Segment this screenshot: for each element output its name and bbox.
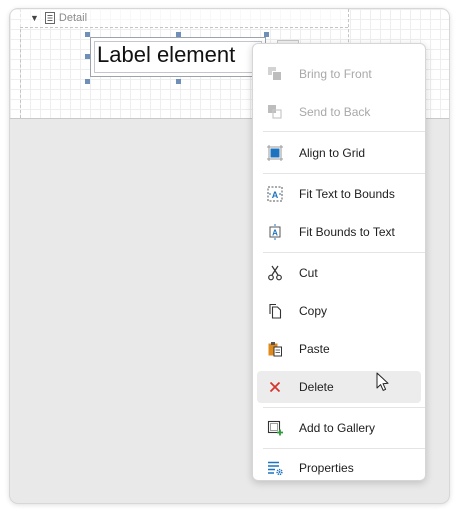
menu-item-label: Fit Bounds to Text [299,225,395,239]
menu-item-label: Delete [299,380,334,394]
menu-separator [263,252,425,253]
menu-item-label: Add to Gallery [299,421,376,435]
menu-item-send-to-back[interactable]: Send to Back [257,96,421,128]
resize-handle-top-left[interactable] [85,32,90,37]
bring-to-front-icon [268,67,282,81]
menu-item-label: Paste [299,342,330,356]
menu-item-label: Align to Grid [299,146,366,160]
menu-item-bring-to-front[interactable]: Bring to Front [257,58,421,90]
band-document-icon [44,12,55,24]
menu-item-label: Send to Back [299,105,371,119]
menu-item-label: Cut [299,266,318,280]
scissors-icon [268,265,282,281]
resize-handle-left[interactable] [85,54,90,59]
fit-text-to-bounds-icon: A [267,186,283,202]
svg-text:A: A [272,229,278,238]
menu-item-cut[interactable]: Cut [257,257,421,289]
menu-item-label: Properties [299,461,354,475]
menu-item-label: Copy [299,304,328,318]
label-element-control[interactable]: Label element [90,37,266,77]
menu-item-label: Bring to Front [299,67,372,81]
context-menu: Bring to Front Send to Back Align to Gri… [252,43,426,481]
band-name-label: Detail [58,12,88,24]
paste-icon [268,342,282,357]
menu-item-copy[interactable]: Copy [257,295,421,327]
menu-separator [263,131,425,132]
menu-item-add-to-gallery[interactable]: Add to Gallery [257,412,421,444]
copy-icon [269,303,282,319]
detail-band-header[interactable]: ▼ Detail [20,9,348,28]
svg-text:A: A [272,190,279,200]
align-to-grid-icon [267,145,283,161]
menu-separator [263,173,425,174]
mouse-pointer-icon [376,372,389,391]
menu-item-label: Fit Text to Bounds [299,187,395,201]
resize-handle-top[interactable] [176,32,181,37]
menu-item-paste[interactable]: Paste [257,333,421,365]
collapse-arrow-icon[interactable]: ▼ [30,13,39,23]
fit-bounds-to-text-icon: A [269,224,281,240]
menu-item-align-to-grid[interactable]: Align to Grid [257,137,421,169]
menu-item-properties[interactable]: Properties [257,452,421,484]
menu-separator [263,407,425,408]
menu-item-fit-bounds-to-text[interactable]: A Fit Bounds to Text [257,216,421,248]
resize-handle-bottom[interactable] [176,79,181,84]
resize-handle-bottom-left[interactable] [85,79,90,84]
label-element-text: Label element [97,42,236,67]
properties-icon [268,461,283,476]
menu-item-fit-text-to-bounds[interactable]: A Fit Text to Bounds [257,178,421,210]
close-x-icon [269,381,281,393]
menu-item-delete[interactable]: Delete [257,371,421,403]
menu-separator [263,448,425,449]
resize-handle-top-right[interactable] [264,32,269,37]
add-to-gallery-icon [267,420,283,436]
send-to-back-icon [268,105,282,119]
